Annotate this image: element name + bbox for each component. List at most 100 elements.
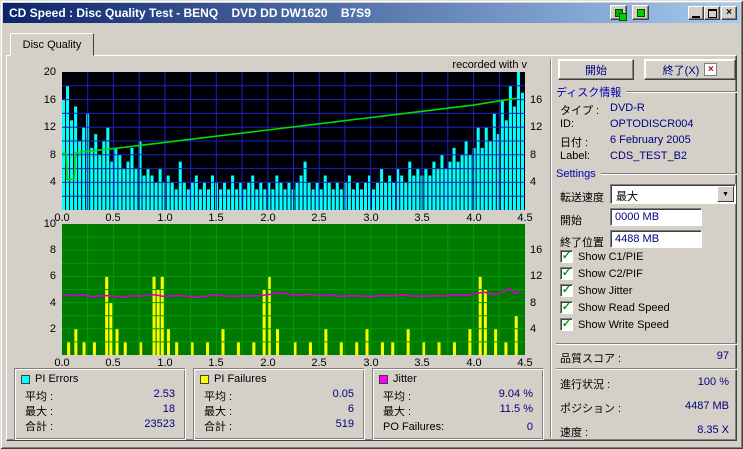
stat-label: 平均 :	[204, 391, 233, 403]
disc-label-label: Label:	[560, 150, 590, 162]
pi-failures-y-axis-right: 16 12 8 4	[528, 224, 552, 355]
stat-value: 2.53	[153, 388, 175, 400]
stat-label: 合計 :	[204, 421, 233, 433]
titlebar[interactable]: CD Speed : Disc Quality Test - BENQ DVD …	[3, 3, 740, 23]
disc-info-title: ディスク情報	[556, 87, 622, 99]
pi-errors-swatch	[21, 374, 30, 384]
pi-errors-chart	[62, 72, 525, 210]
transfer-speed-label: 転送速度	[560, 192, 604, 204]
checkbox-label: Show Read Speed	[578, 301, 670, 314]
exit-button-label: 終了(X)	[662, 64, 700, 77]
vertical-separator	[550, 59, 552, 438]
titlebar-extra-button-1[interactable]	[610, 5, 627, 21]
transfer-speed-select[interactable]: 最大 ▼	[610, 184, 736, 204]
y-tick-label: 4	[49, 176, 56, 188]
checkbox-show-write-speed[interactable]: ✓ Show Write Speed	[560, 318, 669, 331]
checkbox-show-c2-pif[interactable]: ✓ Show C2/PIF	[560, 267, 643, 280]
disc-id-value: OPTODISCR004	[610, 118, 694, 130]
y-tick-label: 2	[49, 323, 56, 335]
x-tick-label: 0.5	[105, 212, 121, 224]
disc-info-header: ディスク情報	[556, 84, 737, 100]
y-tick-label: 6	[49, 270, 56, 282]
checkbox-label: Show C2/PIF	[578, 267, 643, 280]
pi-failures-chart	[62, 224, 525, 355]
disc-date-value: 6 February 2005	[610, 134, 691, 146]
disc-type-label: タイプ :	[560, 105, 600, 117]
y-tick-label: 8	[530, 149, 537, 161]
checkbox-show-c1-pie[interactable]: ✓ Show C1/PIE	[560, 250, 643, 263]
speed-value: 8.35 X	[697, 424, 729, 436]
start-position-field[interactable]: 0000 MB	[610, 208, 702, 226]
end-position-field[interactable]: 4488 MB	[610, 230, 702, 248]
disc-id-label: ID:	[560, 118, 575, 130]
maximize-button[interactable]	[704, 6, 720, 20]
pi-failures-swatch	[200, 374, 209, 384]
y-tick-label: 8	[530, 297, 537, 309]
disc-date-label: 日付 :	[560, 137, 589, 149]
chevron-down-icon[interactable]: ▼	[717, 186, 734, 202]
tab-disc-quality[interactable]: Disc Quality	[10, 33, 94, 56]
window-title: CD Speed : Disc Quality Test - BENQ DVD …	[9, 6, 371, 20]
stat-label: PO Failures:	[383, 421, 445, 433]
stat-value: 0.05	[332, 388, 354, 400]
x-tick-label: 4.5	[517, 212, 533, 224]
legend-title: Jitter	[393, 373, 417, 385]
start-button[interactable]: 開始	[558, 59, 634, 80]
checkbox-box: ✓	[560, 284, 573, 297]
pi-failures-y-axis-left: 10 8 6 4 2	[30, 218, 58, 355]
stat-value: 0	[526, 421, 533, 433]
stat-label: 最大 :	[383, 406, 412, 418]
stat-value: 11.5 %	[499, 403, 533, 415]
close-button[interactable]: ×	[721, 6, 737, 20]
checkbox-box: ✓	[560, 301, 573, 314]
app-window: CD Speed : Disc Quality Test - BENQ DVD …	[0, 0, 743, 449]
stat-value: 18	[162, 403, 175, 415]
stat-label: 合計 :	[25, 421, 54, 433]
tab-label: Disc Quality	[22, 38, 82, 51]
stat-label: 平均 :	[383, 391, 412, 403]
y-tick-label: 8	[49, 149, 56, 161]
minimize-button[interactable]	[688, 6, 704, 20]
divider	[556, 368, 737, 370]
settings-header: Settings	[556, 168, 737, 180]
checkbox-show-jitter[interactable]: ✓ Show Jitter	[560, 284, 632, 297]
x-tick-label: 1.0	[157, 212, 173, 224]
x-tick-label: 3.5	[414, 212, 430, 224]
recorded-with-note: recorded with v	[452, 59, 527, 71]
pi-errors-y-axis-left: 20 16 12 8 4	[30, 66, 58, 210]
disc-label-value: CDS_TEST_B2	[610, 150, 688, 162]
checkbox-box: ✓	[560, 318, 573, 331]
x-tick-label: 1.5	[208, 212, 224, 224]
y-tick-label: 10	[43, 218, 56, 230]
checkbox-box: ✓	[560, 250, 573, 263]
maximize-icon	[707, 8, 717, 18]
stat-value: 23523	[144, 418, 175, 430]
check-icon: ✓	[561, 266, 572, 279]
exit-button[interactable]: 終了(X) ×	[644, 59, 736, 80]
progress-value: 100 %	[697, 376, 729, 388]
stat-label: 最大 :	[25, 406, 54, 418]
pi-errors-legend-panel: PI Errors 平均 : 2.53 最大 : 18 合計 : 23523	[14, 368, 186, 440]
y-tick-label: 16	[530, 94, 543, 106]
checkbox-show-read-speed[interactable]: ✓ Show Read Speed	[560, 301, 670, 314]
y-tick-label: 20	[43, 66, 56, 78]
quality-score-value: 97	[716, 350, 729, 362]
close-icon: ×	[726, 7, 732, 18]
y-tick-label: 12	[530, 270, 543, 282]
end-position-label: 終了位置	[560, 237, 604, 249]
divider	[556, 343, 737, 345]
x-tick-label: 2.5	[311, 212, 327, 224]
checkbox-label: Show C1/PIE	[578, 250, 644, 263]
checkbox-box: ✓	[560, 267, 573, 280]
y-tick-label: 8	[49, 244, 56, 256]
end-position-value: 4488 MB	[615, 233, 660, 245]
checkbox-label: Show Write Speed	[578, 318, 669, 331]
legend-title: PI Errors	[35, 373, 79, 385]
y-tick-label: 16	[43, 94, 56, 106]
x-tick-label: 3.0	[363, 212, 379, 224]
y-tick-label: 4	[530, 176, 537, 188]
titlebar-extra-button-2[interactable]	[632, 5, 649, 20]
y-tick-label: 12	[43, 121, 56, 133]
jitter-swatch	[379, 374, 388, 384]
stat-label: 最大 :	[204, 406, 233, 418]
